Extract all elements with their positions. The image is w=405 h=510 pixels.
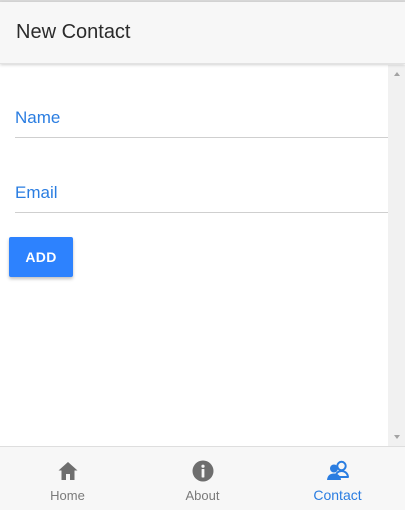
- page-title: New Contact: [16, 21, 131, 43]
- add-button[interactable]: ADD: [9, 237, 73, 277]
- bottom-tab-bar: Home About Contact: [0, 446, 405, 510]
- chevron-down-icon: [393, 435, 400, 439]
- name-field-container: [15, 98, 388, 138]
- contacts-icon: [326, 459, 350, 483]
- home-icon: [56, 459, 80, 483]
- scroll-up-arrow[interactable]: [388, 67, 405, 81]
- chevron-up-icon: [393, 72, 400, 76]
- info-icon: [191, 459, 215, 483]
- email-input[interactable]: [15, 173, 388, 212]
- app-screen: New Contact ADD Home: [0, 0, 405, 510]
- tab-contact[interactable]: Contact: [270, 447, 405, 510]
- tab-about-label: About: [185, 488, 220, 503]
- tab-home-label: Home: [50, 488, 85, 503]
- name-input[interactable]: [15, 98, 388, 137]
- email-field-container: [15, 173, 388, 213]
- tab-contact-label: Contact: [313, 487, 362, 503]
- tab-home[interactable]: Home: [0, 447, 135, 510]
- app-header: New Contact: [0, 2, 405, 64]
- scroll-down-arrow[interactable]: [388, 430, 405, 444]
- vertical-scrollbar[interactable]: [388, 65, 405, 446]
- tab-about[interactable]: About: [135, 447, 270, 510]
